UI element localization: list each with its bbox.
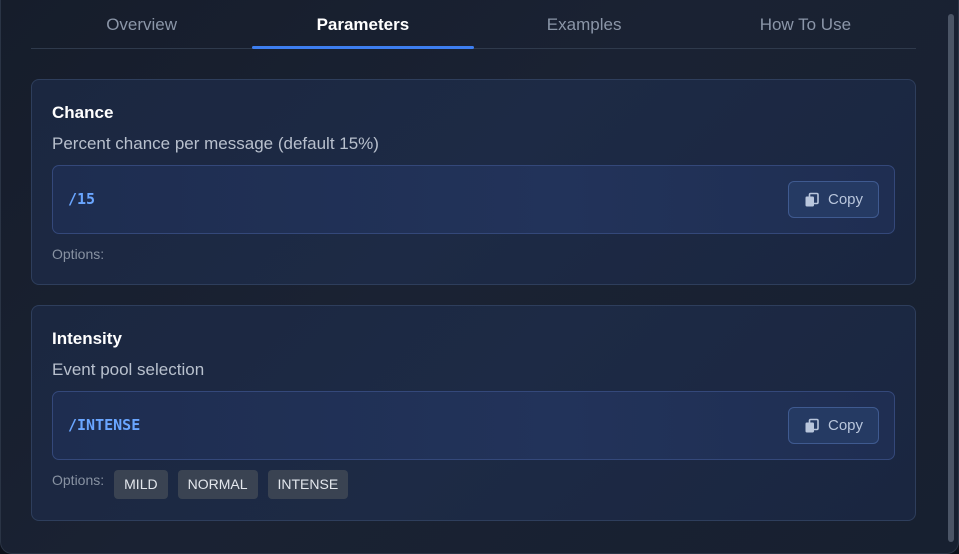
- options-label: Options:: [52, 246, 105, 262]
- options-row: Options: MILD NORMAL INTENSE: [52, 470, 358, 499]
- param-description: Event pool selection: [52, 360, 205, 379]
- option-chip-intense[interactable]: INTENSE: [267, 470, 349, 499]
- code-text: /15: [68, 190, 96, 208]
- tab-bar: Overview Parameters Examples How To Use: [31, 0, 916, 49]
- parameters-panel: Overview Parameters Examples How To Use …: [0, 0, 959, 554]
- copy-icon: [805, 418, 819, 432]
- param-title: Intensity: [52, 329, 122, 348]
- options-label: Options:: [52, 472, 105, 488]
- param-description: Percent chance per message (default 15%): [52, 134, 379, 153]
- tab-parameters[interactable]: Parameters: [252, 0, 474, 49]
- copy-button-label: Copy: [827, 191, 864, 208]
- code-block: /INTENSE Copy: [52, 391, 895, 460]
- option-chip-normal[interactable]: NORMAL: [177, 470, 258, 499]
- option-chip-mild[interactable]: MILD: [114, 470, 168, 499]
- param-card-intensity: Intensity Event pool selection /INTENSE …: [31, 305, 916, 521]
- copy-button-label: Copy: [827, 417, 864, 434]
- copy-icon: [805, 192, 819, 206]
- param-title: Chance: [52, 103, 114, 122]
- options-row: Options:: [52, 246, 114, 262]
- scrollbar[interactable]: [948, 14, 954, 542]
- code-text: /INTENSE: [68, 416, 141, 434]
- tab-overview[interactable]: Overview: [31, 0, 252, 48]
- param-card-chance: Chance Percent chance per message (defau…: [31, 79, 916, 285]
- code-block: /15 Copy: [52, 165, 895, 234]
- tab-examples[interactable]: Examples: [474, 0, 695, 48]
- tab-how-to-use[interactable]: How To Use: [695, 0, 916, 48]
- copy-button[interactable]: Copy: [788, 181, 879, 218]
- copy-button[interactable]: Copy: [788, 407, 879, 444]
